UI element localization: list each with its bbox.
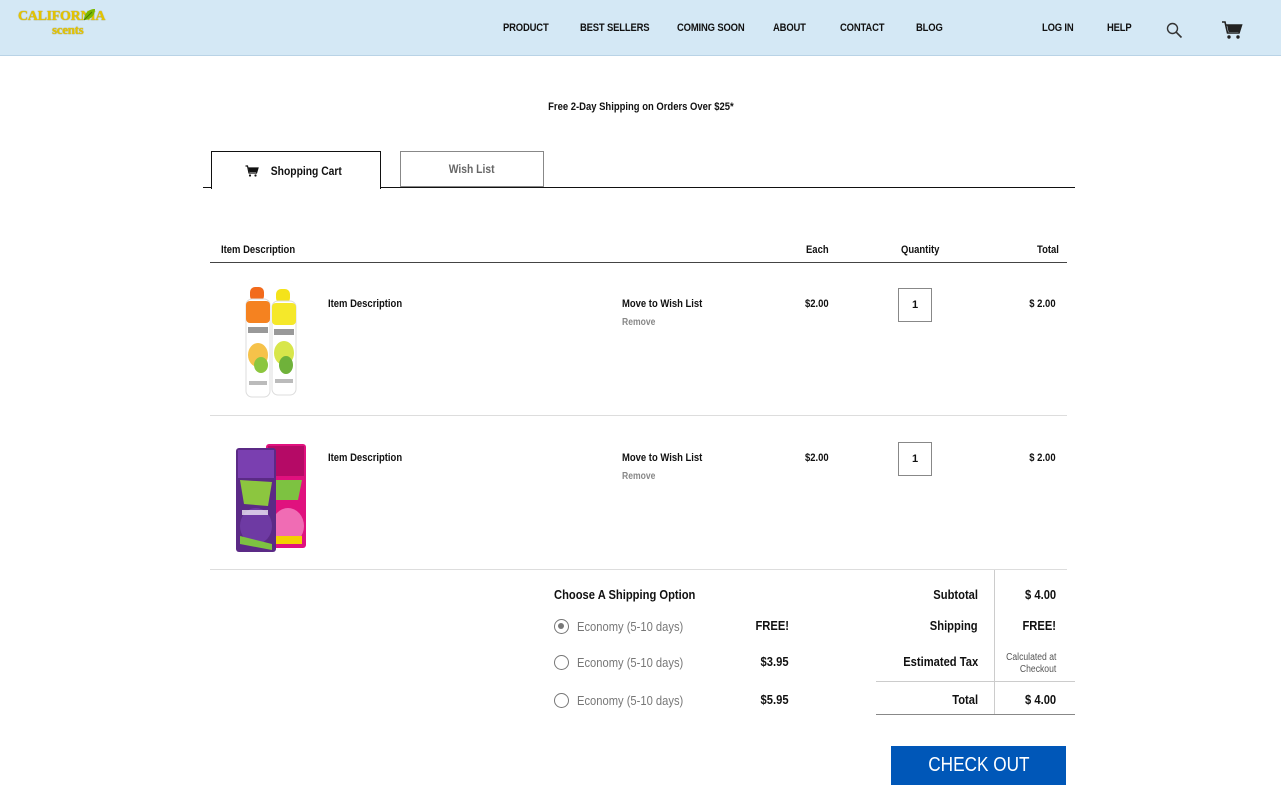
product-image-spray[interactable] (238, 285, 308, 401)
nav-product[interactable]: PRODUCT (503, 22, 549, 34)
shipping-options-title: Choose A Shipping Option (554, 587, 696, 602)
radio-icon[interactable] (554, 618, 569, 634)
item-total: $ 2.00 (1029, 452, 1056, 464)
cart-icon (245, 164, 259, 177)
move-to-wishlist-link[interactable]: Move to Wish List (622, 452, 715, 464)
estimated-tax-note: Calculated at Checkout (1005, 652, 1056, 675)
row-divider (210, 415, 1067, 416)
item-description[interactable]: Item Description (328, 298, 414, 310)
item-each-price: $2.00 (805, 452, 829, 464)
remove-link[interactable]: Remove (622, 317, 661, 328)
row-divider (210, 569, 1067, 570)
shipping-label: Shipping (930, 618, 978, 633)
tab-wish-list[interactable]: Wish List (400, 151, 544, 187)
search-icon (1166, 22, 1183, 39)
col-header-each: Each (806, 244, 829, 256)
tab-shopping-cart[interactable]: Shopping Cart (211, 151, 381, 189)
nav-login[interactable]: LOG IN (1042, 22, 1074, 34)
tab-label: Wish List (449, 162, 495, 176)
shipping-value: FREE! (1022, 618, 1056, 633)
product-image-freshener[interactable] (232, 440, 314, 556)
item-total: $ 2.00 (1029, 298, 1056, 310)
item-description[interactable]: Item Description (328, 452, 414, 464)
nav-about[interactable]: ABOUT (773, 22, 806, 34)
subtotal-value: $ 4.00 (1024, 587, 1056, 602)
shipping-option[interactable]: Economy (5-10 days) (554, 654, 701, 670)
checkout-button[interactable]: CHECK OUT (891, 746, 1066, 785)
site-header: CALIFORNIA scents PRODUCT BEST SELLERS C… (0, 0, 1281, 56)
shipping-option[interactable]: Economy (5-10 days) (554, 692, 701, 708)
shipping-option-label: Economy (5-10 days) (577, 692, 684, 708)
summary-bottom-rule (876, 714, 1075, 715)
tab-label: Shopping Cart (270, 163, 342, 178)
search-button[interactable] (1166, 22, 1183, 44)
summary-rule (876, 681, 1075, 682)
remove-link[interactable]: Remove (622, 471, 661, 482)
shipping-option-label: Economy (5-10 days) (577, 618, 684, 634)
shipping-option-price: $3.95 (761, 654, 789, 669)
shipping-option-price: FREE! (755, 618, 789, 633)
promo-text: Free 2-Day Shipping on Orders Over $25* (547, 101, 734, 113)
estimated-tax-label: Estimated Tax (903, 654, 978, 669)
total-label: Total (952, 692, 978, 707)
shipping-option-price: $5.95 (761, 692, 789, 707)
cart-button[interactable] (1221, 20, 1243, 45)
radio-icon[interactable] (554, 654, 569, 670)
nav-contact[interactable]: CONTACT (840, 22, 885, 34)
radio-icon[interactable] (554, 692, 569, 708)
col-header-quantity: Quantity (901, 244, 940, 256)
nav-best-sellers[interactable]: BEST SELLERS (580, 22, 650, 34)
header-divider (210, 262, 1067, 263)
subtotal-label: Subtotal (933, 587, 978, 602)
nav-blog[interactable]: BLOG (916, 22, 943, 34)
brand-line2: scents (52, 22, 84, 37)
shipping-option[interactable]: Economy (5-10 days) (554, 618, 701, 634)
move-to-wishlist-link[interactable]: Move to Wish List (622, 298, 715, 310)
brand-logo[interactable]: CALIFORNIA scents (18, 9, 106, 46)
shipping-option-label: Economy (5-10 days) (577, 654, 684, 670)
nav-coming-soon[interactable]: COMING SOON (677, 22, 745, 34)
quantity-input[interactable] (898, 288, 932, 322)
promo-banner: Free 2-Day Shipping on Orders Over $25* (0, 101, 1281, 113)
quantity-input[interactable] (898, 442, 932, 476)
cart-icon (1222, 21, 1243, 39)
col-header-description: Item Description (221, 244, 296, 256)
item-each-price: $2.00 (805, 298, 829, 310)
nav-help[interactable]: HELP (1107, 22, 1132, 34)
col-header-total: Total (1037, 244, 1059, 256)
total-value: $ 4.00 (1024, 692, 1056, 707)
leaf-icon (83, 9, 95, 21)
